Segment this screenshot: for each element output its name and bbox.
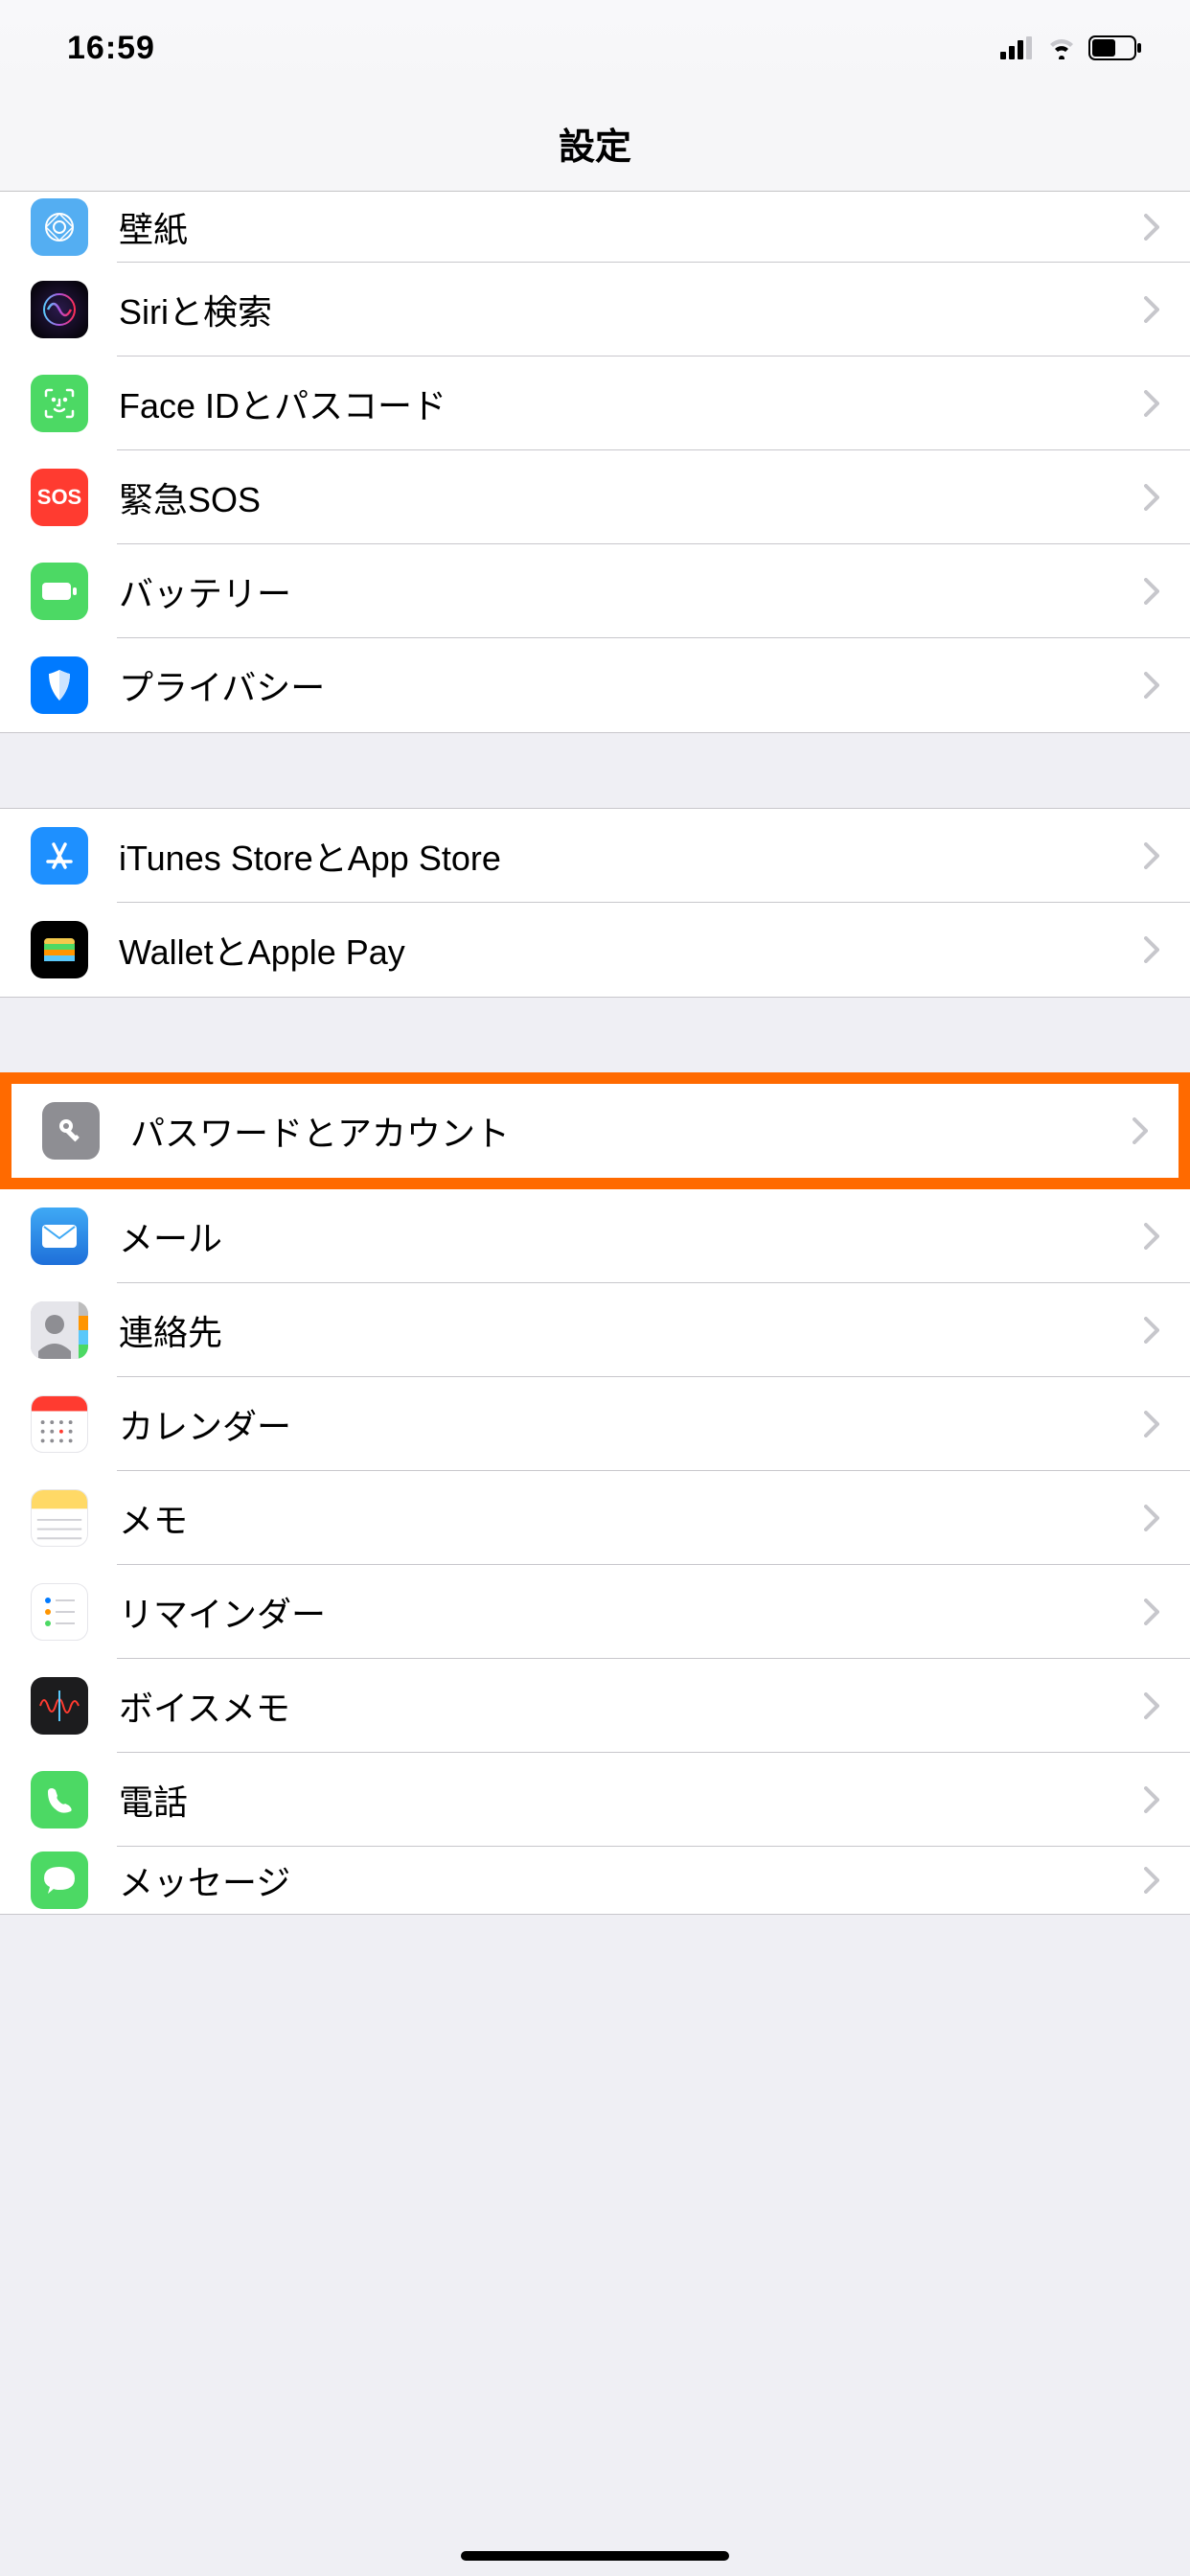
battery-icon <box>1088 35 1142 60</box>
group-spacer <box>0 998 1190 1072</box>
row-label: メモ <box>119 1493 1144 1543</box>
voicememo-icon <box>31 1677 88 1735</box>
battery-setting-icon <box>31 563 88 620</box>
siri-icon <box>31 281 88 338</box>
page-title: 設定 <box>559 117 631 170</box>
chevron-right-icon <box>1144 1867 1159 1894</box>
wallet-icon <box>31 921 88 978</box>
highlighted-row-container: パスワードとアカウント <box>0 1072 1190 1189</box>
chevron-right-icon <box>1144 214 1159 241</box>
messages-icon <box>31 1852 88 1909</box>
settings-row-messages[interactable]: メッセージ <box>0 1847 1190 1914</box>
chevron-right-icon <box>1144 484 1159 511</box>
reminders-icon <box>31 1583 88 1641</box>
chevron-right-icon <box>1144 296 1159 323</box>
settings-row-itunes[interactable]: iTunes StoreとApp Store <box>0 809 1190 903</box>
row-label: リマインダー <box>119 1587 1144 1637</box>
wifi-icon <box>1046 36 1077 59</box>
phone-icon <box>31 1771 88 1828</box>
settings-row-mail[interactable]: メール <box>0 1189 1190 1283</box>
settings-row-phone[interactable]: 電話 <box>0 1753 1190 1847</box>
status-indicators <box>1000 35 1142 60</box>
settings-row-calendar[interactable]: カレンダー <box>0 1377 1190 1471</box>
chevron-right-icon <box>1144 842 1159 869</box>
contacts-icon <box>31 1301 88 1359</box>
status-bar: 16:59 <box>0 0 1190 96</box>
chevron-right-icon <box>1144 1598 1159 1625</box>
settings-group: 壁紙 Siriと検索 Face IDとパスコード SOS 緊急SOS <box>0 192 1190 733</box>
chevron-right-icon <box>1144 578 1159 605</box>
appstore-icon <box>31 827 88 885</box>
chevron-right-icon <box>1133 1117 1148 1144</box>
settings-row-wallpaper[interactable]: 壁紙 <box>0 192 1190 263</box>
settings-row-privacy[interactable]: プライバシー <box>0 638 1190 732</box>
chevron-right-icon <box>1144 1692 1159 1719</box>
settings-row-voicememos[interactable]: ボイスメモ <box>0 1659 1190 1753</box>
chevron-right-icon <box>1144 1223 1159 1250</box>
settings-row-battery[interactable]: バッテリー <box>0 544 1190 638</box>
row-label: パスワードとアカウント <box>130 1106 1133 1156</box>
row-label: Face IDとパスコード <box>119 379 1144 428</box>
settings-row-faceid[interactable]: Face IDとパスコード <box>0 356 1190 450</box>
nav-header: 設定 <box>0 96 1190 192</box>
status-time: 16:59 <box>67 30 155 67</box>
sos-icon: SOS <box>31 469 88 526</box>
faceid-icon <box>31 375 88 432</box>
row-label: バッテリー <box>119 566 1144 616</box>
group-spacer <box>0 733 1190 808</box>
row-label: 緊急SOS <box>119 472 1144 522</box>
chevron-right-icon <box>1144 936 1159 963</box>
wallpaper-icon <box>31 198 88 256</box>
chevron-right-icon <box>1144 1411 1159 1438</box>
settings-row-contacts[interactable]: 連絡先 <box>0 1283 1190 1377</box>
row-label: メール <box>119 1211 1144 1261</box>
row-label: プライバシー <box>119 660 1144 710</box>
notes-icon <box>31 1489 88 1547</box>
chevron-right-icon <box>1144 1786 1159 1813</box>
chevron-right-icon <box>1144 1317 1159 1344</box>
privacy-icon <box>31 656 88 714</box>
key-icon <box>42 1102 100 1160</box>
calendar-icon <box>31 1395 88 1453</box>
chevron-right-icon <box>1144 390 1159 417</box>
settings-group: iTunes StoreとApp Store WalletとApple Pay <box>0 808 1190 998</box>
row-label: カレンダー <box>119 1399 1144 1449</box>
row-label: 連絡先 <box>119 1305 1144 1355</box>
settings-row-wallet[interactable]: WalletとApple Pay <box>0 903 1190 997</box>
row-label: 電話 <box>119 1775 1144 1825</box>
row-label: ボイスメモ <box>119 1681 1144 1731</box>
settings-row-sos[interactable]: SOS 緊急SOS <box>0 450 1190 544</box>
mail-icon <box>31 1208 88 1265</box>
home-indicator[interactable] <box>461 2551 729 2561</box>
row-label: iTunes StoreとApp Store <box>119 831 1144 881</box>
settings-row-notes[interactable]: メモ <box>0 1471 1190 1565</box>
settings-row-passwords[interactable]: パスワードとアカウント <box>11 1084 1179 1178</box>
row-label: 壁紙 <box>119 202 1144 252</box>
row-label: Siriと検索 <box>119 285 1144 334</box>
chevron-right-icon <box>1144 1505 1159 1531</box>
settings-list[interactable]: 壁紙 Siriと検索 Face IDとパスコード SOS 緊急SOS <box>0 192 1190 1915</box>
cellular-icon <box>1000 36 1035 59</box>
settings-row-siri[interactable]: Siriと検索 <box>0 263 1190 356</box>
settings-group: パスワードとアカウント メール 連絡先 カレンダー <box>0 1072 1190 1915</box>
chevron-right-icon <box>1144 672 1159 699</box>
settings-row-reminders[interactable]: リマインダー <box>0 1565 1190 1659</box>
row-label: メッセージ <box>119 1855 1144 1905</box>
row-label: WalletとApple Pay <box>119 925 1144 975</box>
